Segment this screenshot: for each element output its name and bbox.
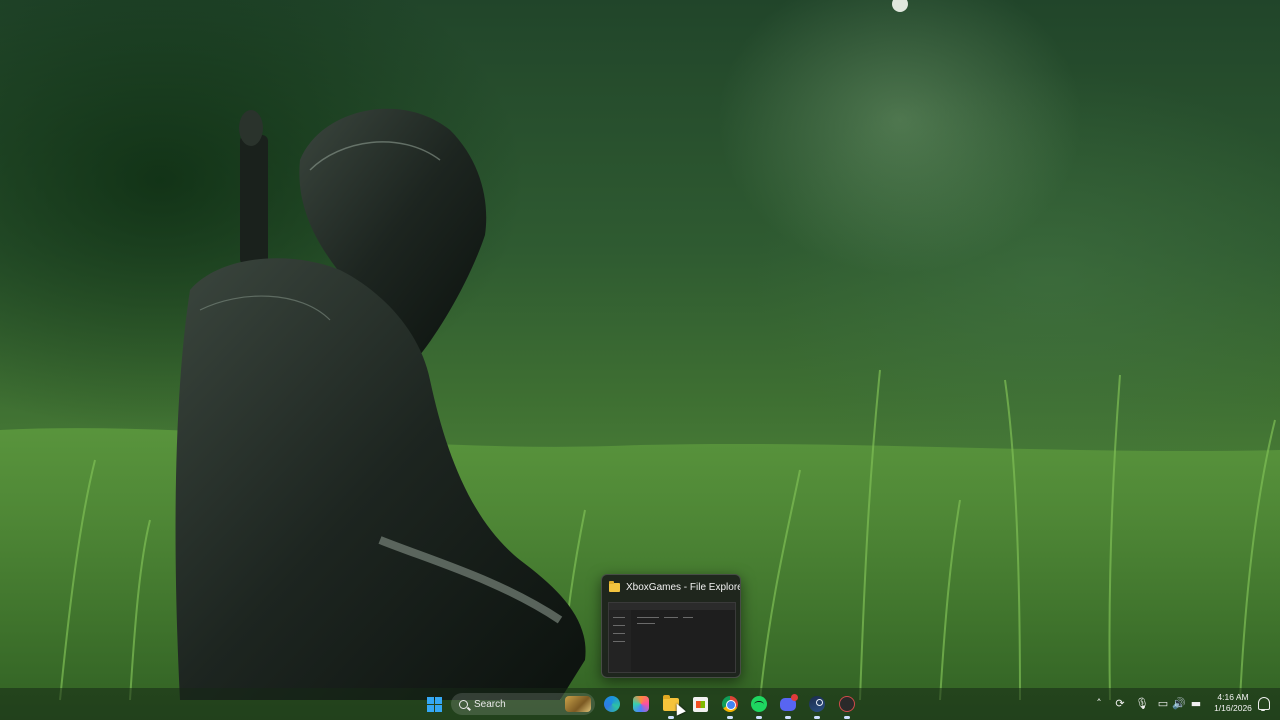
knight-figure — [175, 108, 586, 700]
copilot-icon — [633, 696, 649, 712]
battery-icon[interactable]: ▬ — [1188, 696, 1204, 712]
thumbnail-toolbar — [609, 603, 735, 610]
thumbnail-row — [664, 617, 678, 618]
taskbar-store[interactable] — [689, 693, 711, 715]
show-hidden-icons-chevron-icon[interactable]: ˄ — [1091, 696, 1107, 712]
taskbar: Search ˄ ⟳ 🎙 ▭ 🔊 ▬ 4:16 AM 1/16/2026 — [0, 688, 1280, 720]
search-highlight-icon — [565, 696, 591, 712]
notification-bell-icon[interactable] — [1256, 696, 1270, 712]
clock-time: 4:16 AM — [1217, 692, 1249, 702]
network-icon[interactable]: ▭ — [1155, 696, 1171, 712]
preview-title: XboxGames - File Explorer — [626, 581, 741, 593]
thumbnail-row — [613, 617, 625, 618]
taskbar-spotify[interactable] — [748, 693, 770, 719]
thumbnail-row — [637, 623, 655, 624]
volume-icon[interactable]: 🔊 — [1171, 696, 1187, 712]
spotify-icon — [751, 696, 767, 712]
thumbnail-row — [613, 625, 625, 626]
notification-badge — [791, 694, 798, 701]
taskbar-discord[interactable] — [777, 693, 799, 719]
chrome-icon — [722, 696, 738, 712]
thumbnail-row — [613, 633, 625, 634]
preview-header: XboxGames - File Explorer — [602, 575, 740, 599]
clock-date: 1/16/2026 — [1214, 703, 1252, 713]
taskbar-edge[interactable] — [601, 693, 623, 715]
taskbar-copilot[interactable] — [630, 693, 652, 715]
search-placeholder: Search — [474, 698, 506, 710]
edge-icon — [604, 696, 620, 712]
folder-icon — [609, 580, 620, 592]
file-explorer-preview[interactable]: XboxGames - File Explorer — [601, 574, 741, 678]
taskbar-steam[interactable] — [806, 693, 828, 719]
thumbnail-row — [683, 617, 693, 618]
steam-icon — [809, 696, 825, 712]
windows-logo-icon — [426, 696, 442, 712]
taskbar-chrome[interactable] — [719, 693, 741, 719]
taskbar-app[interactable] — [836, 693, 858, 719]
clock[interactable]: 4:16 AM 1/16/2026 — [1207, 692, 1259, 714]
app-icon — [839, 696, 855, 712]
preview-thumbnail[interactable] — [608, 602, 736, 673]
thumbnail-row — [613, 641, 625, 642]
microphone-icon[interactable]: 🎙 — [1134, 696, 1150, 712]
thumbnail-row — [637, 617, 659, 618]
search-box[interactable]: Search — [451, 693, 595, 715]
start-button[interactable] — [424, 692, 444, 716]
sync-icon[interactable]: ⟳ — [1112, 696, 1128, 712]
microsoft-store-icon — [692, 696, 708, 712]
search-icon — [459, 699, 468, 709]
